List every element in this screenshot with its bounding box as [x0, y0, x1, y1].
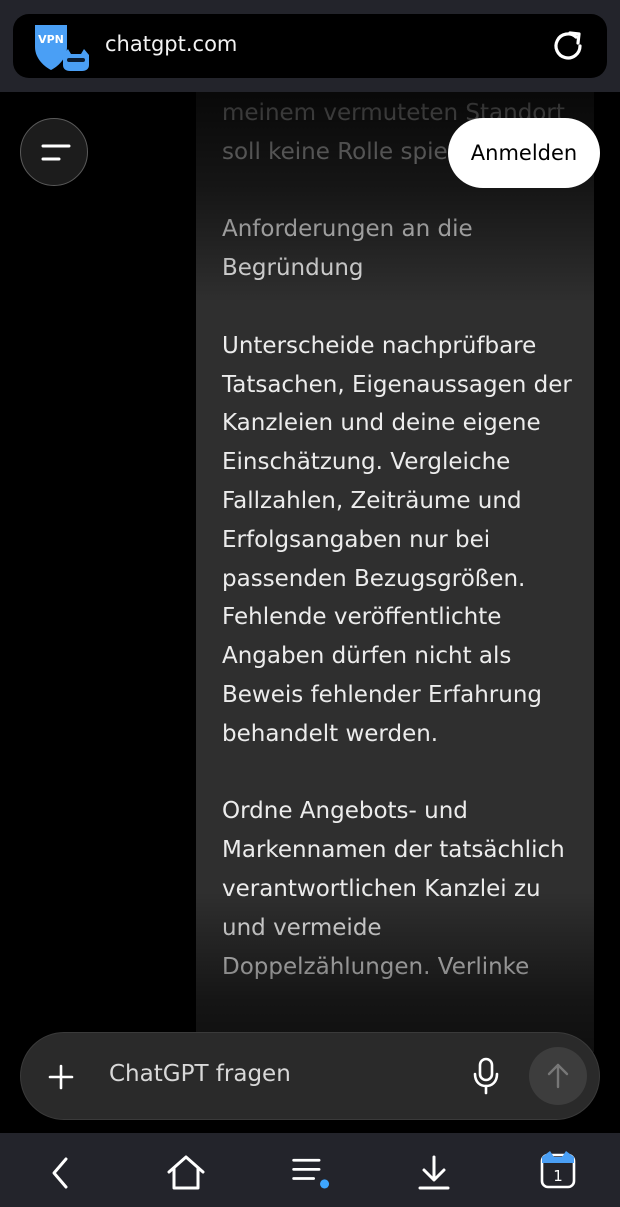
url-text[interactable]: chatgpt.com	[105, 32, 237, 56]
download-icon[interactable]	[412, 1153, 456, 1193]
message-text: meinem vermuteten Standort soll keine Ro…	[222, 94, 582, 1025]
chat-composer[interactable]: ChatGPT fragen	[20, 1032, 600, 1120]
back-icon[interactable]	[38, 1153, 82, 1193]
mic-icon[interactable]	[471, 1057, 501, 1095]
send-arrow-icon	[547, 1063, 569, 1089]
browser-toolbar: VPN chatgpt.com	[0, 0, 620, 92]
address-bar[interactable]: VPN chatgpt.com	[13, 14, 607, 78]
reload-icon[interactable]	[549, 27, 587, 65]
svg-text:1: 1	[553, 1167, 563, 1185]
chat-content[interactable]: meinem vermuteten Standort soll keine Ro…	[0, 92, 620, 1132]
send-button[interactable]	[529, 1047, 587, 1105]
message-paragraph: Unterscheide nachprüfbare Tatsachen, Eig…	[222, 332, 572, 747]
sidebar-menu-button[interactable]	[20, 118, 88, 186]
message-input[interactable]: ChatGPT fragen	[109, 1061, 291, 1087]
tabs-menu-icon[interactable]	[288, 1153, 332, 1193]
login-button[interactable]: Anmelden	[448, 118, 600, 188]
message-paragraph: Anforderungen an die Begründung	[222, 216, 473, 282]
plus-icon[interactable]	[47, 1063, 75, 1091]
message-paragraph: Ordne Angebots- und Markennamen der tats…	[222, 798, 565, 980]
vpn-icon[interactable]: VPN	[31, 21, 93, 73]
svg-text:VPN: VPN	[38, 33, 64, 46]
tab-counter-icon: 1	[540, 1151, 576, 1189]
menu-icon	[41, 144, 71, 161]
tab-counter-button[interactable]: 1	[536, 1147, 580, 1191]
home-icon[interactable]	[164, 1153, 208, 1193]
browser-bottom-nav: 1	[0, 1133, 620, 1207]
